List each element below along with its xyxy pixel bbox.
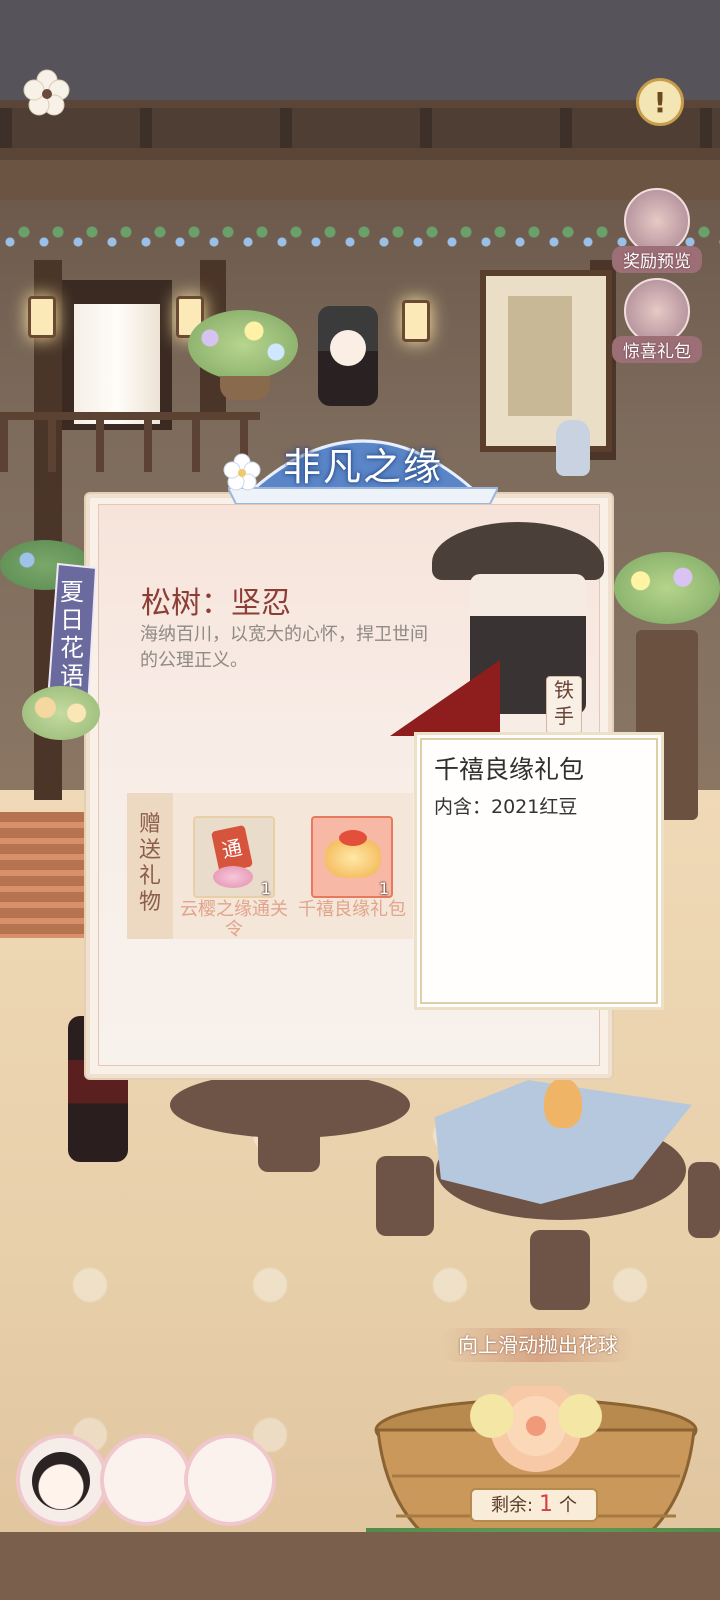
surprise-gift-label: 惊喜礼包 — [612, 336, 702, 363]
remaining-unit: 个 — [559, 1495, 578, 1516]
gift-count: 1 — [260, 879, 271, 898]
gift-item[interactable]: 通 1 云樱之缘通关令 — [174, 816, 294, 940]
bottom-railing — [0, 1532, 720, 1600]
flower-description: 海纳百川，以宽大的心怀，捍卫世间的公理正义。 — [140, 624, 428, 671]
reward-preview-button[interactable]: 奖励预览 — [612, 188, 702, 273]
avatar — [32, 1452, 90, 1510]
remaining-count: 1 — [539, 1492, 554, 1517]
flower-ornament-icon — [222, 452, 262, 492]
balcony-railing — [0, 412, 260, 472]
stool — [258, 1092, 320, 1172]
curtain — [74, 304, 160, 424]
gift-item[interactable]: 1 千禧良缘礼包 — [292, 816, 412, 920]
scene-sky — [0, 0, 720, 100]
stool — [530, 1230, 590, 1310]
gift-name: 千禧良缘礼包 — [298, 899, 406, 920]
flower-arrangement-right — [614, 552, 720, 624]
painting-scroll — [508, 296, 572, 416]
remaining-label: 剩余: — [490, 1495, 534, 1516]
character-face — [330, 330, 366, 366]
flower-title: 松树：坚忍 — [141, 586, 291, 621]
surprise-gift-button[interactable]: 惊喜礼包 — [612, 278, 702, 363]
gift-bundle-icon: 1 — [311, 816, 393, 898]
stool — [688, 1162, 720, 1238]
summer-flower-tag-label: 夏日花语 — [60, 578, 84, 690]
remaining-counter: 剩余: 1 个 — [470, 1488, 598, 1522]
avatar-slot-empty[interactable] — [100, 1434, 192, 1526]
gift-name: 云樱之缘通关令 — [180, 899, 288, 940]
vase — [544, 1078, 582, 1128]
lantern — [402, 300, 430, 342]
reward-preview-label: 奖励预览 — [612, 246, 702, 273]
roof-slats — [0, 108, 720, 148]
stairs — [0, 812, 86, 938]
npc-name-tag: 铁手 — [546, 676, 582, 734]
panel-title: 非凡之缘 — [282, 445, 443, 489]
gift-tooltip-title: 千禧良缘礼包 — [434, 755, 585, 784]
tag-flower-decoration — [22, 686, 100, 740]
pass-token-icon: 通 1 — [193, 816, 275, 898]
exclamation-icon[interactable]: ! — [636, 78, 684, 126]
blossom-decoration — [213, 866, 253, 888]
gift-count: 1 — [378, 879, 389, 898]
reward-box-icon — [624, 188, 690, 254]
gift-bundle-bow — [339, 830, 367, 846]
swipe-hint: 向上滑动抛出花球 — [440, 1328, 636, 1362]
lantern — [28, 296, 56, 338]
flower-pot — [220, 376, 270, 400]
avatar-slot-empty[interactable] — [184, 1434, 276, 1526]
stool — [376, 1156, 434, 1236]
gift-tooltip-content: 内含：2021红豆 — [434, 796, 578, 818]
cat — [556, 420, 590, 476]
avatar-slot-filled[interactable] — [16, 1434, 108, 1526]
flower-arrangement — [188, 310, 298, 380]
plum-blossom-icon[interactable] — [20, 66, 74, 120]
gift-pouch-icon — [624, 278, 690, 344]
exclamation-symbol: ! — [653, 85, 667, 119]
gift-section-label: 赠送礼物 — [138, 812, 161, 915]
